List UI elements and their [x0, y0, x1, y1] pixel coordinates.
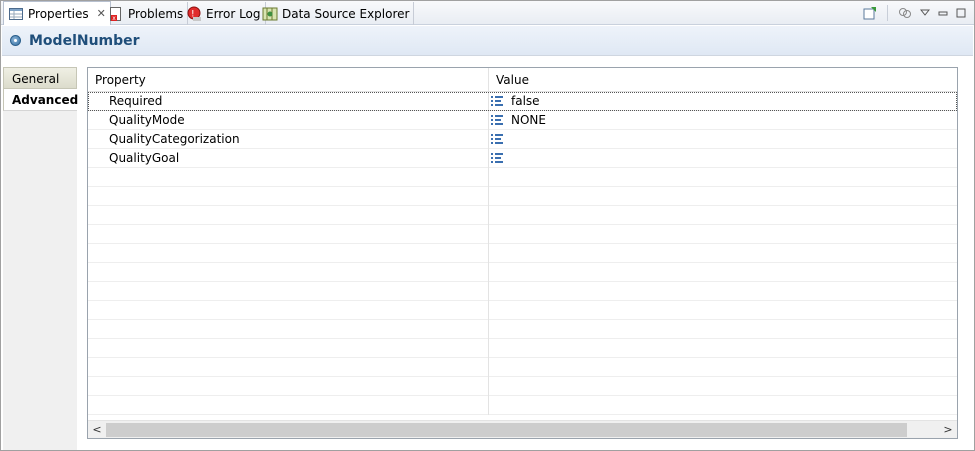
list-value-icon [491, 134, 503, 144]
empty-row [88, 262, 957, 282]
empty-cell [489, 225, 957, 244]
toolbar-separator [887, 5, 888, 21]
empty-cell [88, 186, 489, 206]
tab-label: Error Log [206, 6, 261, 21]
empty-row [88, 281, 957, 301]
svg-text:x: x [112, 15, 116, 22]
empty-cell [489, 320, 957, 339]
horizontal-scrollbar[interactable]: < > [88, 420, 957, 438]
list-value-icon [491, 96, 503, 106]
property-name: Required [88, 91, 489, 111]
empty-row [88, 300, 957, 320]
empty-cell [88, 376, 489, 396]
empty-cell [88, 281, 489, 301]
section-tab-advanced[interactable]: Advanced [3, 89, 78, 111]
data-source-explorer-icon [262, 6, 278, 22]
page-title: ModelNumber [29, 32, 140, 49]
empty-cell [489, 244, 957, 263]
scroll-left-icon[interactable]: < [88, 421, 106, 438]
empty-row [88, 319, 957, 339]
scroll-right-icon[interactable]: > [939, 421, 957, 438]
empty-cell [88, 243, 489, 263]
page-title-bar: ModelNumber [2, 26, 973, 56]
tab-label: Problems [128, 6, 184, 21]
empty-cell [489, 358, 957, 377]
empty-cell [88, 262, 489, 282]
properties-table: Property Value Required false QualityMod… [87, 67, 958, 439]
property-value[interactable]: false [489, 92, 957, 111]
error-log-icon: ! [186, 6, 202, 22]
property-section-tabs: General Advanced [3, 67, 78, 450]
empty-cell [88, 357, 489, 377]
empty-cell [88, 167, 489, 187]
table-row[interactable]: Required false [88, 91, 957, 111]
property-name: QualityCategorization [88, 129, 489, 149]
tab-label: Properties [28, 6, 89, 21]
minimize-icon[interactable] [936, 4, 950, 22]
table-header: Property Value [88, 68, 957, 92]
section-tab-general[interactable]: General [3, 67, 77, 89]
property-name: QualityGoal [88, 148, 489, 168]
empty-cell [88, 338, 489, 358]
properties-view: Properties ✕ x Problems ! Error Log Data… [0, 0, 975, 451]
empty-cell [489, 377, 957, 396]
column-header-value[interactable]: Value [489, 68, 957, 92]
list-value-icon [491, 115, 503, 125]
problems-icon: x [108, 6, 124, 22]
tab-data-source-explorer[interactable]: Data Source Explorer [258, 2, 415, 25]
list-value-icon [491, 153, 503, 163]
attribute-icon [10, 35, 21, 46]
empty-cell [88, 300, 489, 320]
empty-row [88, 186, 957, 206]
empty-cell [489, 301, 957, 320]
table-row[interactable]: QualityMode NONE [88, 110, 957, 130]
tab-label: Data Source Explorer [282, 6, 410, 21]
empty-row [88, 224, 957, 244]
table-row[interactable]: QualityCategorization [88, 129, 957, 149]
empty-row [88, 357, 957, 377]
view-toolbar [861, 4, 968, 22]
pin-to-selection-icon[interactable] [861, 4, 879, 22]
property-value[interactable]: NONE [489, 111, 957, 130]
empty-cell [489, 187, 957, 206]
column-header-property[interactable]: Property [88, 68, 489, 92]
empty-cell [489, 396, 957, 415]
empty-row [88, 376, 957, 396]
empty-cell [88, 224, 489, 244]
view-tab-bar: Properties ✕ x Problems ! Error Log Data… [1, 1, 974, 25]
empty-row [88, 167, 957, 187]
empty-cell [489, 339, 957, 358]
tab-problems[interactable]: x Problems [104, 2, 189, 25]
link-with-editor-icon[interactable] [896, 4, 914, 22]
empty-cell [489, 206, 957, 225]
properties-icon [8, 6, 24, 22]
tab-error-log[interactable]: ! Error Log [182, 2, 266, 25]
empty-cell [489, 263, 957, 282]
table-row[interactable]: QualityGoal [88, 148, 957, 168]
empty-cell [489, 282, 957, 301]
view-menu-icon[interactable] [918, 4, 932, 22]
property-value[interactable] [489, 130, 957, 149]
empty-row [88, 205, 957, 225]
value-text: false [511, 93, 540, 108]
empty-cell [88, 395, 489, 415]
empty-row [88, 395, 957, 415]
scrollbar-thumb[interactable] [106, 423, 907, 437]
value-text: NONE [511, 112, 546, 127]
tab-properties[interactable]: Properties ✕ [3, 1, 111, 25]
empty-row [88, 338, 957, 358]
property-name: QualityMode [88, 110, 489, 130]
empty-cell [88, 205, 489, 225]
empty-cell [489, 168, 957, 187]
property-value[interactable] [489, 149, 957, 168]
empty-cell [88, 319, 489, 339]
empty-row [88, 243, 957, 263]
maximize-icon[interactable] [954, 4, 968, 22]
table-body: Required false QualityMode NONE QualityC… [88, 91, 957, 415]
